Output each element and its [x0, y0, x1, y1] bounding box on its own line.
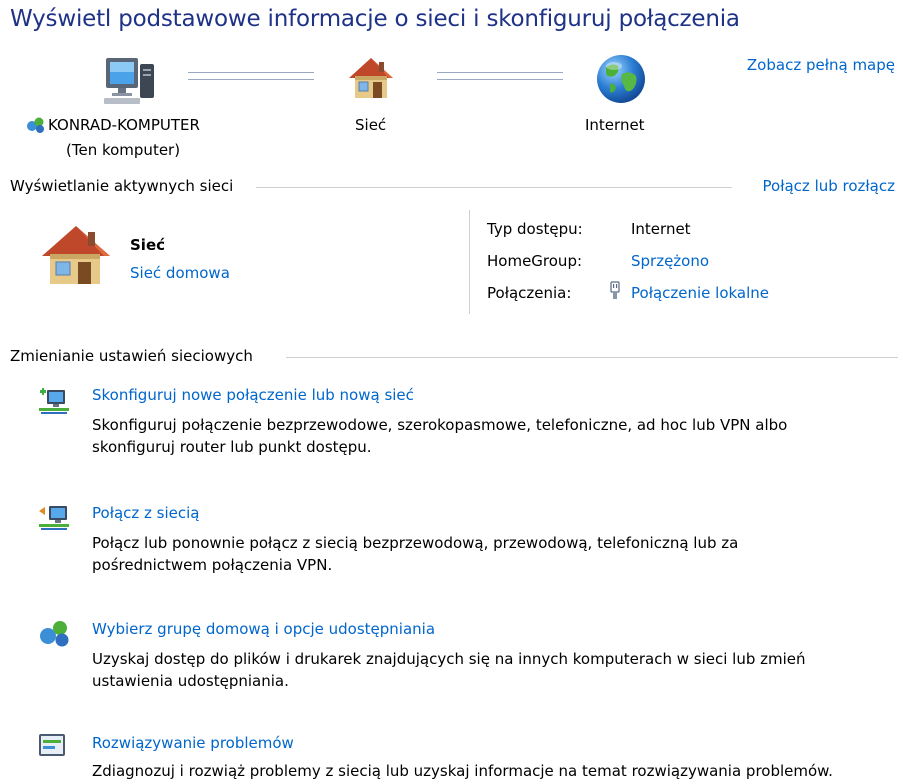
computer-name: KONRAD-KOMPUTER: [48, 116, 200, 134]
computer-sub: (Ten komputer): [66, 141, 181, 159]
active-network-name: Sieć: [130, 236, 166, 254]
house-icon: [349, 58, 393, 98]
map-connector: [188, 72, 314, 80]
task-new-connection-link[interactable]: Skonfiguruj nowe połączenie lub nową sie…: [92, 386, 414, 404]
new-connection-icon: [39, 388, 69, 414]
connect-network-icon: [39, 506, 69, 530]
network-type-link[interactable]: Sieć domowa: [130, 264, 230, 282]
task-homegroup-link[interactable]: Wybierz grupę domową i opcje udostępnian…: [92, 620, 435, 638]
change-settings-heading: Zmienianie ustawień sieciowych: [10, 347, 253, 365]
task-troubleshoot-desc: Zdiagnozuj i rozwiąż problemy z siecią l…: [92, 760, 892, 782]
task-desc-line: skonfiguruj router lub punkt dostępu.: [92, 438, 372, 456]
map-connector: [437, 72, 563, 80]
task-troubleshoot-link[interactable]: Rozwiązywanie problemów: [92, 734, 294, 752]
task-connect-network-desc: Połącz lub ponownie połącz z siecią bezp…: [92, 532, 892, 576]
page-title: Wyświetl podstawowe informacje o sieci i…: [10, 6, 740, 32]
task-desc-line: Zdiagnozuj i rozwiąż problemy z siecią l…: [92, 762, 833, 780]
full-map-link[interactable]: Zobacz pełną mapę: [747, 56, 895, 74]
network-people-icon: [27, 117, 44, 133]
troubleshoot-icon: [39, 734, 65, 756]
network-node-label: Sieć: [355, 116, 387, 134]
task-desc-line: ustawienia udostępniania.: [92, 672, 289, 690]
connect-disconnect-link[interactable]: Połącz lub rozłącz: [763, 177, 895, 195]
access-type-value: Internet: [631, 220, 691, 238]
task-desc-line: Uzyskaj dostęp do plików i drukarek znaj…: [92, 650, 806, 668]
task-desc-line: pośrednictwem połączenia VPN.: [92, 556, 333, 574]
connections-label: Połączenia:: [487, 284, 572, 302]
task-connect-network-link[interactable]: Połącz z siecią: [92, 504, 200, 522]
access-type-label: Typ dostępu:: [487, 220, 583, 238]
internet-node-label: Internet: [585, 116, 645, 134]
computer-icon: [104, 58, 154, 104]
task-desc-line: Połącz lub ponownie połącz z siecią bezp…: [92, 534, 739, 552]
local-connection-link[interactable]: Połączenie lokalne: [631, 284, 769, 302]
active-networks-heading: Wyświetlanie aktywnych sieci: [10, 177, 234, 195]
section-divider: [286, 357, 898, 358]
computer-node[interactable]: KONRAD-KOMPUTER: [26, 116, 200, 134]
house-icon: [42, 226, 110, 284]
ethernet-plug-icon: [610, 281, 620, 299]
section-divider: [256, 187, 732, 188]
task-new-connection-desc: Skonfiguruj połączenie bezprzewodowe, sz…: [92, 414, 892, 458]
globe-icon: [597, 55, 645, 103]
vertical-divider: [469, 210, 470, 314]
task-homegroup-desc: Uzyskaj dostęp do plików i drukarek znaj…: [92, 648, 892, 692]
homegroup-link[interactable]: Sprzężono: [631, 252, 709, 270]
homegroup-label: HomeGroup:: [487, 252, 583, 270]
task-desc-line: Skonfiguruj połączenie bezprzewodowe, sz…: [92, 416, 788, 434]
homegroup-icon: [40, 621, 69, 647]
